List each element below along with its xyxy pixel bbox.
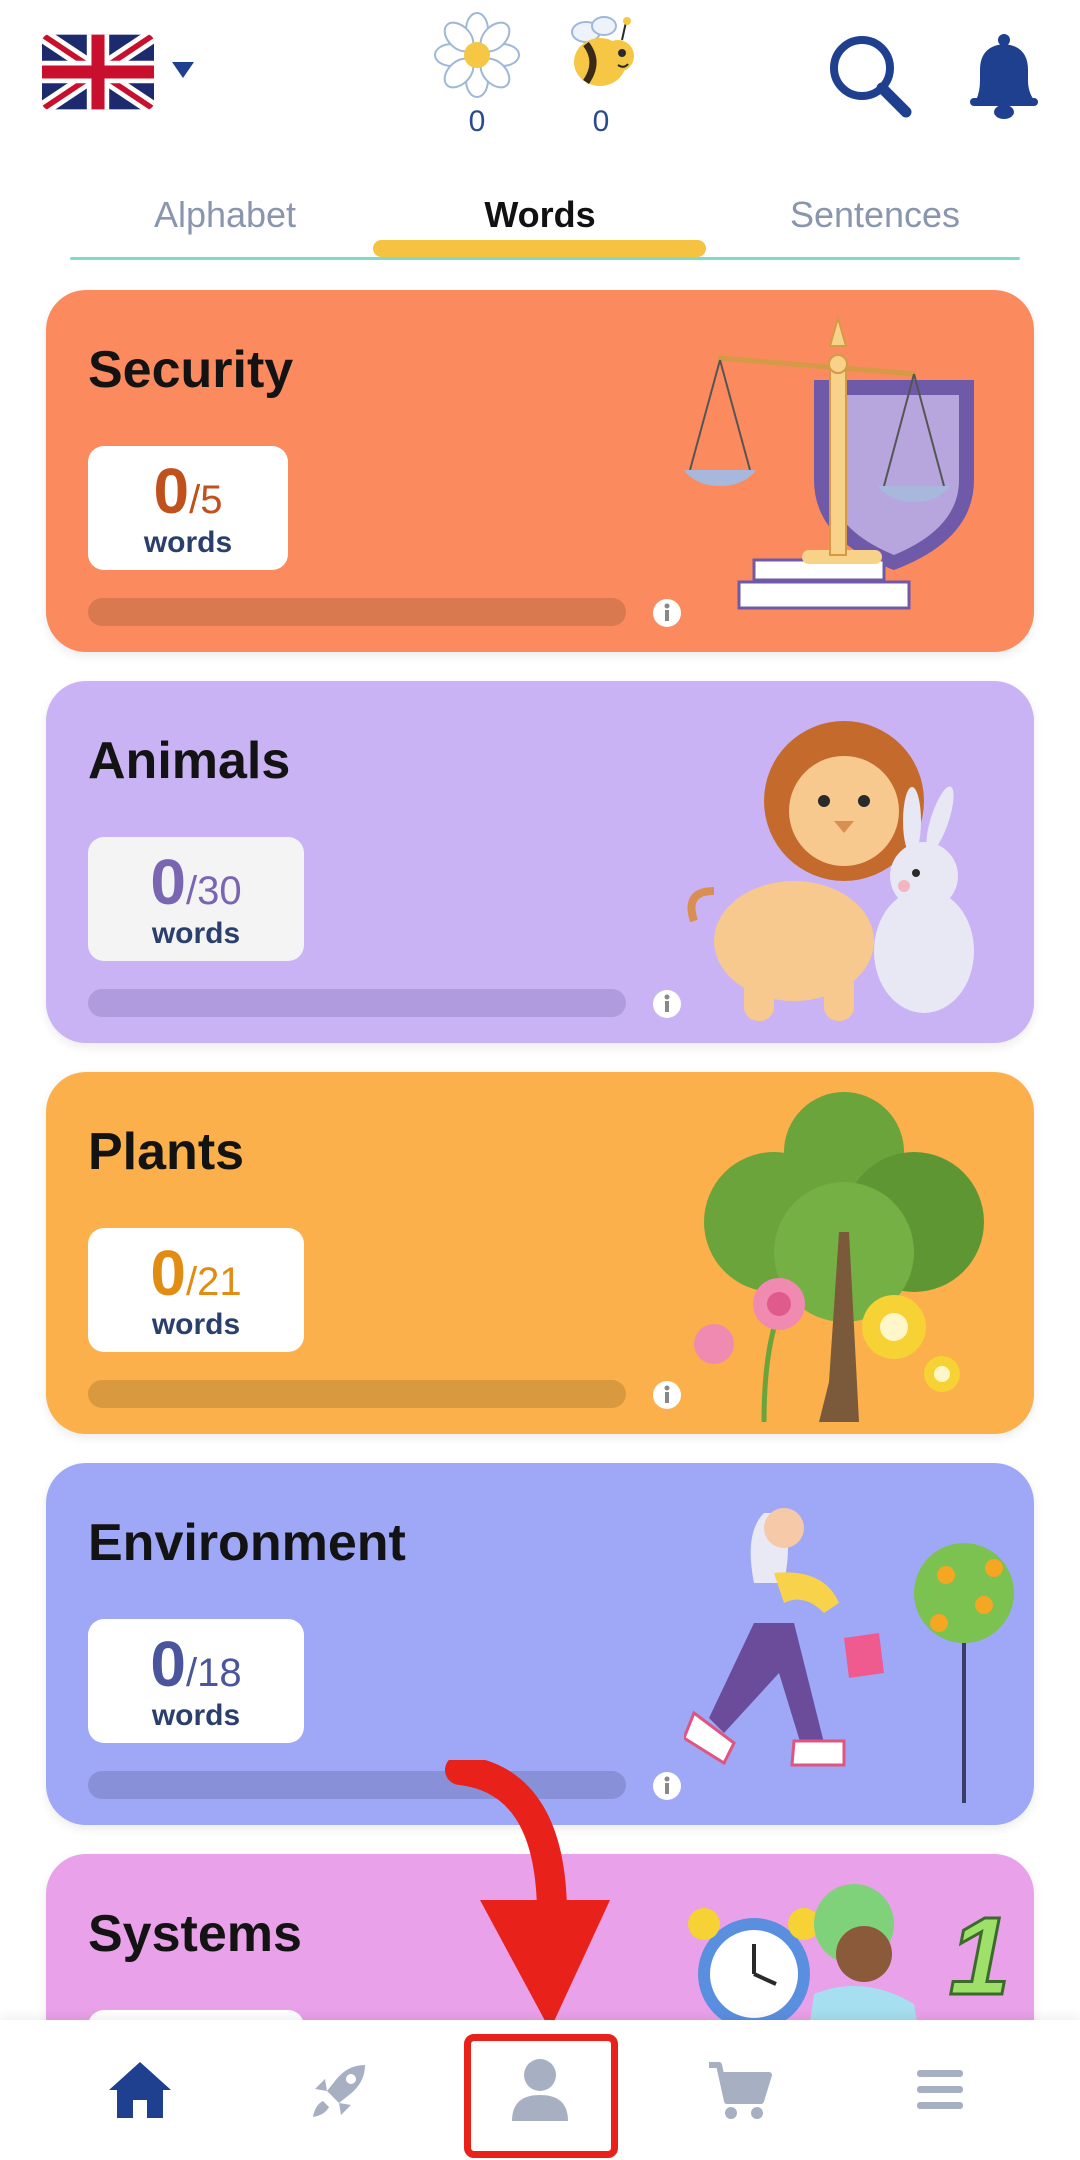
- tabs-divider: [70, 257, 1020, 260]
- info-icon[interactable]: [652, 989, 682, 1019]
- learned-count: 0: [150, 1628, 186, 1700]
- total-count: /18: [185, 1651, 242, 1695]
- count-unit: words: [151, 1308, 241, 1341]
- word-count-box: 0/30 words: [88, 837, 304, 961]
- flower-count: 0: [468, 105, 486, 138]
- topic-card-animals[interactable]: Animals 0/30 words: [46, 681, 1034, 1043]
- info-icon[interactable]: [652, 1380, 682, 1410]
- home-icon: [109, 2062, 171, 2118]
- info-icon[interactable]: [652, 1771, 682, 1801]
- word-count-box: 0/5 words: [88, 446, 288, 570]
- language-selector[interactable]: [42, 34, 154, 110]
- red-arrow-pointer: [445, 1760, 610, 2030]
- progress-bar: [88, 989, 626, 1017]
- card-title: Environment: [88, 1514, 406, 1572]
- card-title: Security: [88, 341, 294, 399]
- top-bar: 0 0: [0, 0, 1080, 160]
- menu-icon: [917, 2070, 963, 2109]
- card-title: Animals: [88, 732, 291, 790]
- count-unit: words: [151, 1699, 241, 1732]
- total-count: /30: [185, 869, 242, 913]
- word-count-box: 0/21 words: [88, 1228, 304, 1352]
- total-count: /5: [189, 478, 223, 522]
- cart-icon: [709, 2062, 772, 2119]
- nav-home[interactable]: [32, 2020, 248, 2160]
- nav-rocket[interactable]: [232, 2020, 448, 2160]
- flower-counter[interactable]: 0: [427, 10, 527, 139]
- tab-alphabet[interactable]: Alphabet: [60, 194, 390, 236]
- tab-sentences[interactable]: Sentences: [710, 194, 1040, 236]
- chevron-down-icon[interactable]: [172, 62, 194, 78]
- learned-count: 0: [150, 1237, 186, 1309]
- notifications-button[interactable]: [958, 30, 1050, 122]
- woman-watering-tree-illustration: [684, 1508, 1014, 1803]
- nav-menu[interactable]: [832, 2020, 1048, 2160]
- topic-card-security[interactable]: Security 0/5 words: [46, 290, 1034, 652]
- flower-icon: [434, 12, 520, 98]
- learned-count: 0: [153, 455, 190, 527]
- uk-flag-icon: [42, 34, 154, 110]
- bee-counter[interactable]: 0: [551, 10, 651, 139]
- info-icon[interactable]: [652, 598, 682, 628]
- tree-and-flowers-illustration: [694, 1092, 984, 1422]
- search-icon: [830, 36, 912, 118]
- count-unit: words: [151, 917, 241, 950]
- rocket-icon: [313, 2065, 365, 2117]
- total-count: /21: [185, 1260, 242, 1304]
- highlight-box: [464, 2034, 618, 2158]
- word-count-box: 0/18 words: [88, 1619, 304, 1743]
- svg-text:1: 1: [949, 1895, 1010, 2018]
- card-title: Systems: [88, 1905, 302, 1963]
- bell-icon: [970, 34, 1038, 119]
- bee-icon: [571, 16, 634, 86]
- progress-bar: [88, 1380, 626, 1408]
- scales-of-justice-illustration: [684, 314, 974, 610]
- active-tab-indicator: [373, 240, 706, 257]
- progress-bar: [88, 598, 626, 626]
- category-tabs: Alphabet Words Sentences: [60, 180, 1030, 260]
- bee-count: 0: [592, 105, 610, 138]
- learned-count: 0: [150, 846, 186, 918]
- search-button[interactable]: [824, 30, 916, 122]
- nav-cart[interactable]: [632, 2020, 848, 2160]
- topic-card-plants[interactable]: Plants 0/21 words: [46, 1072, 1034, 1434]
- count-unit: words: [143, 526, 233, 559]
- lion-and-rabbit-illustration: [687, 721, 974, 1021]
- card-title: Plants: [88, 1123, 245, 1181]
- tab-words[interactable]: Words: [375, 194, 705, 236]
